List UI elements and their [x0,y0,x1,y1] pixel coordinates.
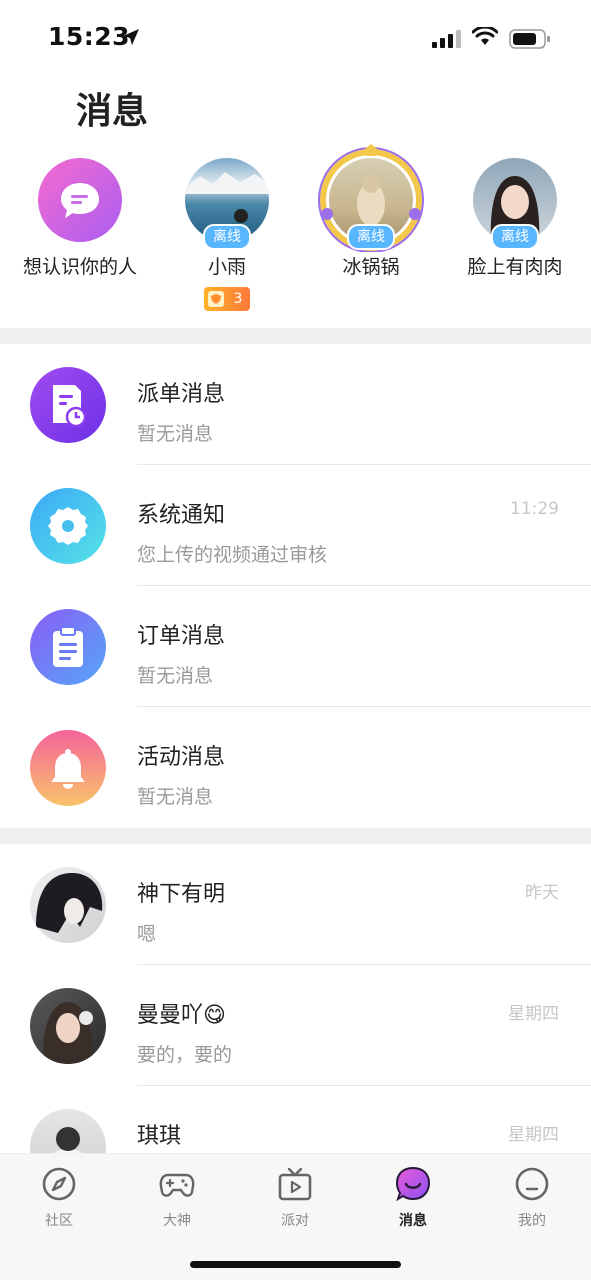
location-arrow-icon [123,29,139,45]
level-badge: 3 [203,287,251,311]
section-divider [0,828,591,844]
battery-icon [509,29,550,49]
chat-preview: 嗯 [137,923,157,945]
row-dispatch-messages[interactable]: 派单消息 暂无消息 [0,344,591,465]
row-title: 活动消息 [137,745,226,770]
row-subtitle: 暂无消息 [137,665,214,687]
clipboard-icon [30,609,106,685]
story-name: 小雨 [207,256,246,278]
tv-play-icon [278,1167,312,1201]
story-user-binguoguo[interactable]: 离线 冰锅锅 [296,144,446,279]
face-icon [515,1167,549,1201]
tab-mine[interactable]: 我的 [492,1166,572,1230]
row-subtitle: 暂无消息 [137,423,214,445]
wifi-icon [472,27,498,45]
shield-icon [207,291,224,307]
gamepad-icon [159,1173,195,1197]
row-subtitle: 您上传的视频通过审核 [137,544,328,566]
chat-time: 星期四 [508,1125,559,1145]
bell-icon [30,730,106,806]
gear-icon [30,488,106,564]
offline-badge: 离线 [491,224,539,250]
row-title: 系统通知 [137,503,226,528]
level-number: 3 [233,291,243,307]
chat-bubble-icon [38,158,122,242]
tab-label: 社区 [45,1213,73,1229]
chat-row[interactable]: 神下有明 昨天 嗯 [0,844,591,965]
tab-label: 我的 [518,1213,546,1229]
tab-label: 消息 [399,1213,427,1229]
tab-label: 大神 [163,1213,191,1229]
story-user-xiaoyu[interactable]: 离线 小雨 3 [152,158,302,311]
tab-party[interactable]: 派对 [255,1166,335,1230]
page-title: 消息 [76,91,149,132]
status-time: 15:23 [48,22,131,51]
chat-row[interactable]: 曼曼吖😋 星期四 要的，要的 [0,965,591,1086]
chat-time: 星期四 [508,1004,559,1024]
offline-badge: 离线 [347,224,395,250]
status-bar: 15:23 [0,0,591,72]
chat-name: 琪琪 [137,1124,182,1149]
story-name: 冰锅锅 [342,256,400,278]
dispatch-doc-icon [30,367,106,443]
chat-name: 曼曼吖😋 [137,1003,226,1028]
avatar [30,988,106,1064]
row-system-notice[interactable]: 系统通知 11:29 您上传的视频通过审核 [0,465,591,586]
story-user-lianshang[interactable]: 离线 脸上有肉肉 [440,158,590,279]
row-subtitle: 暂无消息 [137,786,214,808]
row-activity-messages[interactable]: 活动消息 暂无消息 [0,707,591,828]
offline-badge: 离线 [203,224,251,250]
tab-community[interactable]: 社区 [19,1166,99,1230]
tab-gods[interactable]: 大神 [137,1166,217,1230]
story-want-to-know[interactable]: 想认识你的人 [5,158,155,279]
row-order-messages[interactable]: 订单消息 暂无消息 [0,586,591,707]
section-divider [0,328,591,344]
home-indicator [190,1261,401,1268]
stories-row: 想认识你的人 离线 小雨 3 离线 冰锅锅 离线 脸上有肉肉 [0,144,591,318]
message-bubble-icon [395,1166,431,1202]
chat-time: 昨天 [525,883,559,903]
tab-messages[interactable]: 消息 [373,1166,453,1230]
tab-label: 派对 [281,1213,309,1229]
cellular-signal-icon [432,30,461,48]
chat-preview: 要的，要的 [137,1044,233,1066]
chat-name: 神下有明 [137,882,226,907]
row-title: 派单消息 [137,382,226,407]
story-name: 脸上有肉肉 [467,256,563,278]
story-name: 想认识你的人 [22,256,137,278]
row-time: 11:29 [510,499,559,519]
compass-icon [42,1167,76,1201]
row-title: 订单消息 [137,624,226,649]
avatar [30,867,106,943]
